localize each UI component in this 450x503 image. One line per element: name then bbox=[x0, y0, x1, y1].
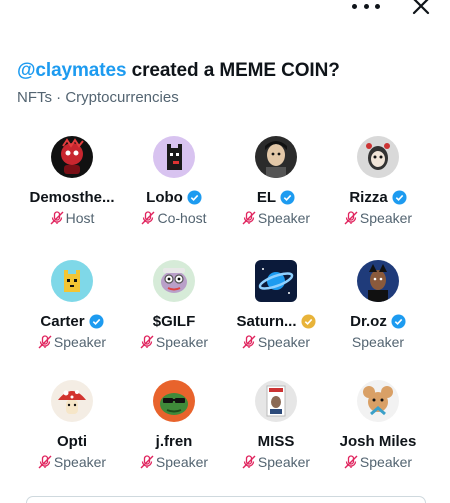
space-topics: NFTs · Cryptocurrencies bbox=[17, 89, 179, 106]
avatar bbox=[51, 136, 93, 178]
gold-verified-badge-icon bbox=[300, 314, 316, 329]
participant-role: Speaker bbox=[359, 210, 413, 226]
participant-name: Opti bbox=[57, 433, 87, 450]
participant-role: Speaker bbox=[155, 454, 209, 470]
avatar bbox=[153, 136, 195, 178]
verified-badge-icon bbox=[89, 314, 104, 329]
avatar bbox=[357, 380, 399, 422]
muted-mic-icon bbox=[140, 335, 154, 349]
avatar bbox=[153, 380, 195, 422]
verified-badge-icon bbox=[391, 314, 406, 329]
participant-role: Co-host bbox=[157, 210, 207, 226]
avatar bbox=[255, 136, 297, 178]
participant-saturn[interactable]: Saturn... Speaker bbox=[225, 260, 327, 350]
participant-role: Speaker bbox=[351, 334, 405, 350]
muted-mic-icon bbox=[242, 455, 256, 469]
participant-role: Speaker bbox=[257, 210, 311, 226]
participant-role: Speaker bbox=[155, 334, 209, 350]
participant-name: $GILF bbox=[152, 313, 196, 330]
muted-mic-icon bbox=[38, 335, 52, 349]
participant-rizza[interactable]: Rizza Speaker bbox=[327, 136, 429, 226]
host-handle-link[interactable]: @claymates bbox=[17, 60, 127, 81]
participant-name: Demosthe... bbox=[29, 189, 115, 206]
participant-lobo[interactable]: Lobo Co-host bbox=[123, 136, 225, 226]
participant-gilf[interactable]: $GILF Speaker bbox=[123, 260, 225, 350]
participant-name: EL bbox=[256, 189, 277, 206]
participant-name: Dr.oz bbox=[350, 313, 387, 330]
participant-role: Host bbox=[65, 210, 95, 226]
avatar bbox=[255, 380, 297, 422]
avatar bbox=[255, 260, 297, 302]
avatar bbox=[51, 380, 93, 422]
participant-carter[interactable]: Carter Speaker bbox=[21, 260, 123, 350]
muted-mic-icon bbox=[344, 455, 358, 469]
avatar bbox=[357, 260, 399, 302]
muted-mic-icon bbox=[38, 455, 52, 469]
top-bar bbox=[0, 0, 450, 20]
participant-role: Speaker bbox=[53, 454, 107, 470]
participant-name: Saturn... bbox=[236, 313, 297, 330]
participant-jfren[interactable]: j.fren Speaker bbox=[123, 380, 225, 470]
close-icon[interactable] bbox=[409, 0, 433, 18]
verified-badge-icon bbox=[280, 190, 295, 205]
participant-name: Josh Miles bbox=[339, 433, 417, 450]
space-title: @claymates created a MEME COIN? bbox=[17, 60, 340, 82]
muted-mic-icon bbox=[50, 211, 64, 225]
participant-name: MISS bbox=[257, 433, 295, 450]
muted-mic-icon bbox=[344, 211, 358, 225]
participant-role: Speaker bbox=[257, 334, 311, 350]
participant-miss[interactable]: MISS Speaker bbox=[225, 380, 327, 470]
verified-badge-icon bbox=[392, 190, 407, 205]
participant-name: j.fren bbox=[155, 433, 193, 450]
participant-demosthenes[interactable]: Demosthe... Host bbox=[21, 136, 123, 226]
participant-role: Speaker bbox=[359, 454, 413, 470]
participant-el[interactable]: EL Speaker bbox=[225, 136, 327, 226]
participant-opti[interactable]: Opti Speaker bbox=[21, 380, 123, 470]
participant-name: Lobo bbox=[146, 189, 183, 206]
muted-mic-icon bbox=[242, 211, 256, 225]
participant-name: Carter bbox=[40, 313, 85, 330]
participant-josh-miles[interactable]: Josh Miles Speaker bbox=[327, 380, 429, 470]
verified-badge-icon bbox=[187, 190, 202, 205]
avatar bbox=[51, 260, 93, 302]
more-options-icon[interactable] bbox=[352, 0, 380, 14]
muted-mic-icon bbox=[242, 335, 256, 349]
muted-mic-icon bbox=[141, 211, 155, 225]
participant-name: Rizza bbox=[349, 189, 388, 206]
space-title-text: created a MEME COIN? bbox=[126, 60, 340, 81]
participant-role: Speaker bbox=[53, 334, 107, 350]
avatar bbox=[153, 260, 195, 302]
participant-droz[interactable]: Dr.oz Speaker bbox=[327, 260, 429, 350]
participant-role: Speaker bbox=[257, 454, 311, 470]
avatar bbox=[357, 136, 399, 178]
muted-mic-icon bbox=[140, 455, 154, 469]
